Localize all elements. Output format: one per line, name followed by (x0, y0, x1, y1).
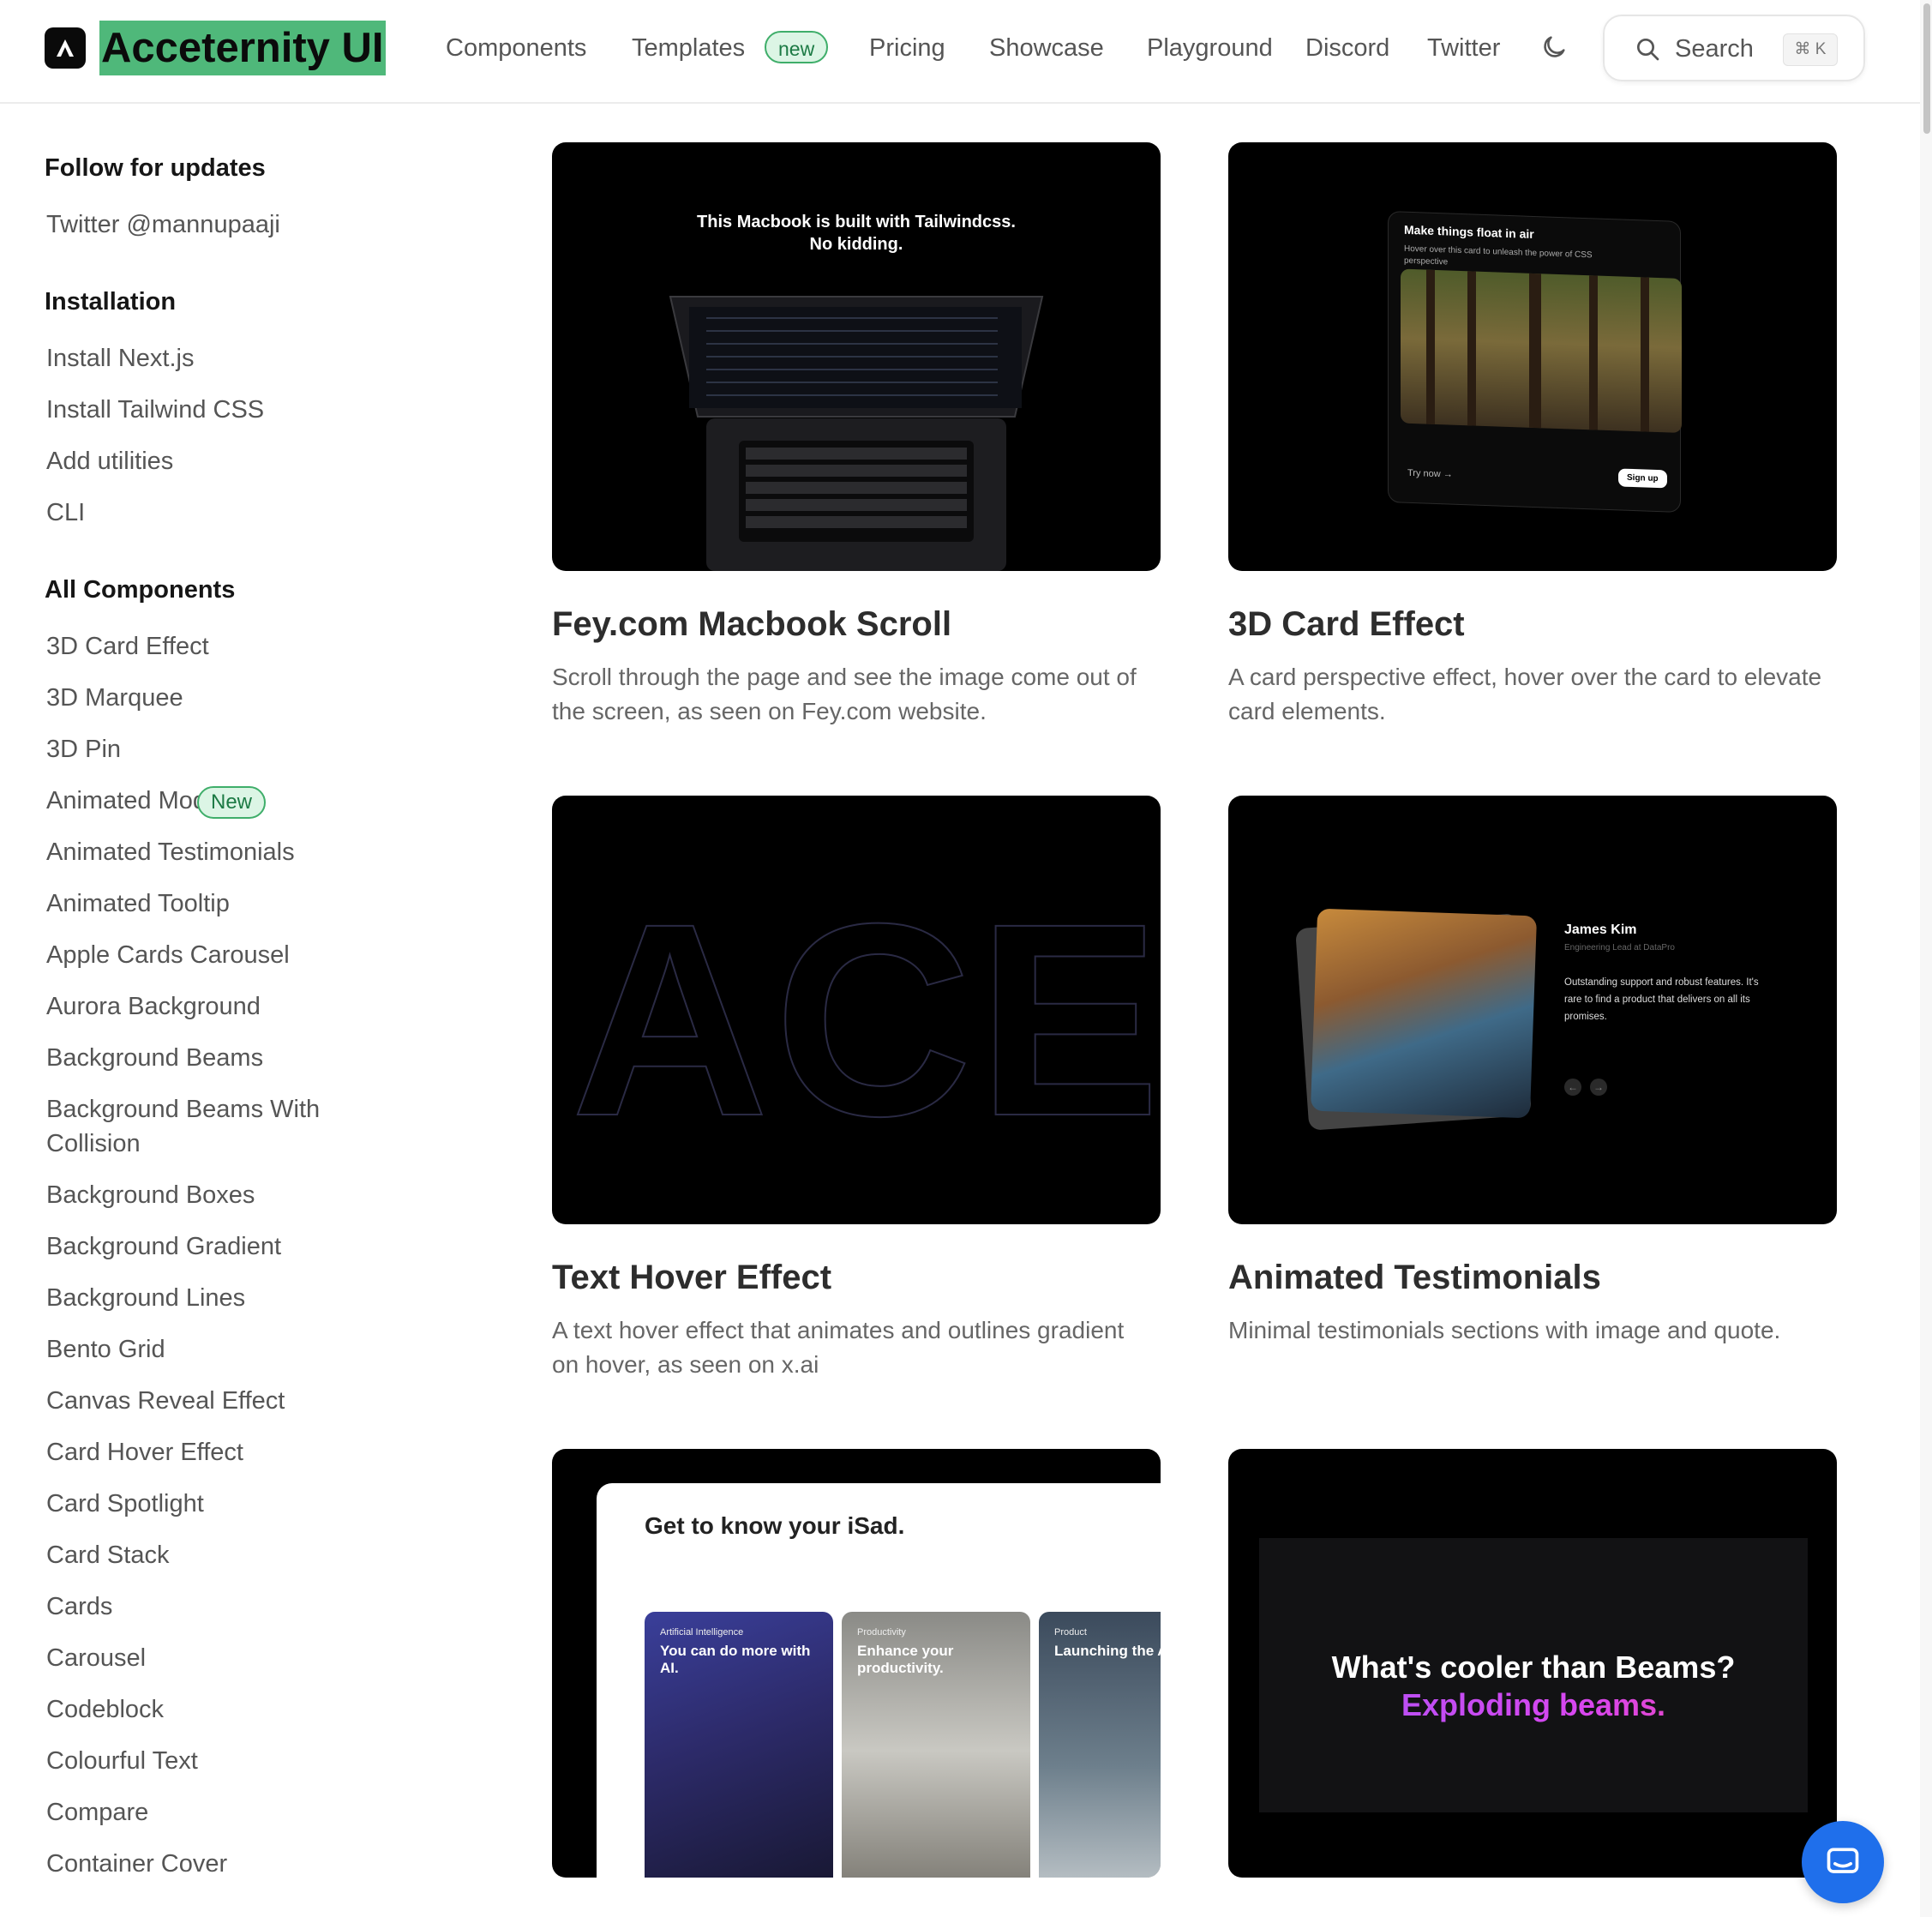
sidebar-item-install-tailwind[interactable]: Install Tailwind CSS (46, 393, 406, 427)
sidebar-item-3d-marquee[interactable]: 3D Marquee (46, 681, 406, 715)
beams-headline: What's cooler than Beams? (1331, 1650, 1736, 1685)
sidebar: Follow for updates Twitter @mannupaaji I… (0, 103, 514, 1917)
testimonial-photo (1310, 908, 1538, 1119)
page-scrollbar-thumb[interactable] (1923, 3, 1930, 134)
macbook-scroll-preview[interactable]: This Macbook is built with Tailwindcss. … (552, 142, 1161, 571)
testimonial-photo-stack (1295, 908, 1538, 1131)
sidebar-item-twitter[interactable]: Twitter @mannupaaji (46, 207, 406, 242)
sidebar-item-background-boxes[interactable]: Background Boxes (46, 1178, 406, 1212)
sidebar-item-install-nextjs[interactable]: Install Next.js (46, 341, 406, 376)
text-hover-preview[interactable]: ACE (552, 796, 1161, 1224)
nav-pricing[interactable]: Pricing (869, 31, 945, 65)
top-navbar: Acceternity UI Components Templates new … (0, 0, 1920, 104)
sidebar-item-animated-testimonials[interactable]: Animated Testimonials (46, 835, 406, 869)
sidebar-item-compare[interactable]: Compare (46, 1795, 406, 1830)
nav-showcase[interactable]: Showcase (989, 31, 1104, 65)
search-label: Search (1675, 35, 1754, 63)
sidebar-item-card-hover-effect[interactable]: Card Hover Effect (46, 1435, 406, 1469)
sidebar-item-bento-grid[interactable]: Bento Grid (46, 1332, 406, 1367)
card-description: Minimal testimonials sections with image… (1228, 1317, 1781, 1343)
carousel-panel: Get to know your iSad. Artificial Intell… (597, 1483, 1161, 1878)
sidebar-item-codeblock[interactable]: Codeblock (46, 1692, 406, 1727)
sidebar-item-container-cover[interactable]: Container Cover (46, 1847, 406, 1881)
brand-name[interactable]: Acceternity UI (99, 21, 386, 75)
testimonial-role: Engineering Lead at DataPro (1564, 943, 1675, 952)
outlined-ace-text: ACE (570, 865, 1161, 1174)
nav-twitter[interactable]: Twitter (1427, 31, 1500, 65)
testimonials-preview[interactable]: James Kim Engineering Lead at DataPro Ou… (1228, 796, 1837, 1224)
sidebar-item-card-spotlight[interactable]: Card Spotlight (46, 1487, 406, 1521)
testimonial-name: James Kim (1564, 922, 1637, 937)
page-scrollbar[interactable] (1920, 0, 1932, 1917)
marquee-new-badge: New (197, 786, 267, 819)
3d-card-title: Make things float in air (1404, 222, 1534, 241)
3d-card-preview[interactable]: Make things float in air Hover over this… (1228, 142, 1837, 571)
search-icon (1634, 35, 1661, 67)
moon-icon[interactable] (1539, 33, 1569, 66)
sidebar-item-cli[interactable]: CLI (46, 496, 406, 530)
3d-card-panel[interactable]: Make things float in air Hover over this… (1388, 211, 1682, 513)
carousel-card[interactable]: Productivity Enhance your productivity. (842, 1612, 1030, 1878)
nav-templates[interactable]: Templates (632, 31, 745, 65)
carousel-card[interactable]: Product Launching the Apple Vision Pr (1039, 1612, 1161, 1878)
sidebar-item-canvas-reveal-effect[interactable]: Canvas Reveal Effect (46, 1384, 406, 1418)
sidebar-item-background-gradient[interactable]: Background Gradient (46, 1229, 406, 1264)
sidebar-item-background-beams-with-collision[interactable]: Background Beams With Collision (46, 1092, 338, 1161)
sidebar-item-animated-tooltip[interactable]: Animated Tooltip (46, 886, 406, 921)
card-description: A text hover effect that animates and ou… (552, 1317, 1125, 1378)
sidebar-item-aurora-background[interactable]: Aurora Background (46, 989, 406, 1024)
card-title[interactable]: Text Hover Effect (552, 1255, 831, 1300)
apple-carousel-preview[interactable]: Get to know your iSad. Artificial Intell… (552, 1449, 1161, 1878)
exploding-beams-preview[interactable]: What's cooler than Beams? Exploding beam… (1228, 1449, 1837, 1878)
sidebar-item-background-lines[interactable]: Background Lines (46, 1281, 406, 1315)
search-button[interactable]: Search ⌘ K (1603, 15, 1865, 81)
installation-heading: Installation (45, 288, 177, 315)
card-description: Scroll through the page and see the imag… (552, 664, 1137, 724)
sign-up-button[interactable]: Sign up (1618, 468, 1667, 489)
beams-panel: What's cooler than Beams? Exploding beam… (1259, 1538, 1808, 1812)
sidebar-item-background-beams[interactable]: Background Beams (46, 1041, 406, 1075)
card-title[interactable]: Animated Testimonials (1228, 1255, 1601, 1300)
chat-bubble-icon[interactable] (1802, 1821, 1884, 1903)
beams-gradient-headline: Exploding beams. (1259, 1687, 1808, 1723)
arrow-right-icon[interactable]: → (1590, 1079, 1607, 1096)
sidebar-item-apple-cards-carousel[interactable]: Apple Cards Carousel (46, 938, 406, 972)
follow-heading: Follow for updates (45, 154, 266, 182)
sidebar-item-cards[interactable]: Cards (46, 1589, 406, 1624)
macbook-illustration (669, 296, 1044, 571)
nav-discord[interactable]: Discord (1305, 31, 1389, 65)
testimonial-quote: Outstanding support and robust features.… (1564, 977, 1759, 1022)
sidebar-item-card-stack[interactable]: Card Stack (46, 1538, 406, 1572)
templates-new-badge: new (765, 31, 829, 63)
try-now-link[interactable]: Try now → (1407, 468, 1453, 480)
search-shortcut: ⌘ K (1783, 33, 1838, 66)
carousel-title: Get to know your iSad. (645, 1512, 905, 1539)
card-title[interactable]: Fey.com Macbook Scroll (552, 602, 951, 646)
sidebar-item-colourful-text[interactable]: Colourful Text (46, 1744, 406, 1778)
aceternity-logo-icon[interactable] (45, 27, 86, 69)
nav-components[interactable]: Components (446, 31, 586, 65)
svg-text:ACE: ACE (571, 866, 1161, 1173)
forest-image (1401, 268, 1682, 434)
sidebar-item-carousel[interactable]: Carousel (46, 1641, 406, 1675)
arrow-left-icon[interactable]: ← (1564, 1079, 1581, 1096)
nav-playground[interactable]: Playground (1147, 31, 1273, 65)
card-description: A card perspective effect, hover over th… (1228, 664, 1822, 724)
sidebar-item-3d-card-effect[interactable]: 3D Card Effect (46, 629, 406, 664)
carousel-card[interactable]: Artificial Intelligence You can do more … (645, 1612, 833, 1878)
all-components-heading: All Components (45, 576, 236, 604)
sidebar-item-add-utilities[interactable]: Add utilities (46, 444, 406, 478)
sidebar-item-3d-pin[interactable]: 3D Pin (46, 732, 406, 766)
card-title[interactable]: 3D Card Effect (1228, 602, 1465, 646)
